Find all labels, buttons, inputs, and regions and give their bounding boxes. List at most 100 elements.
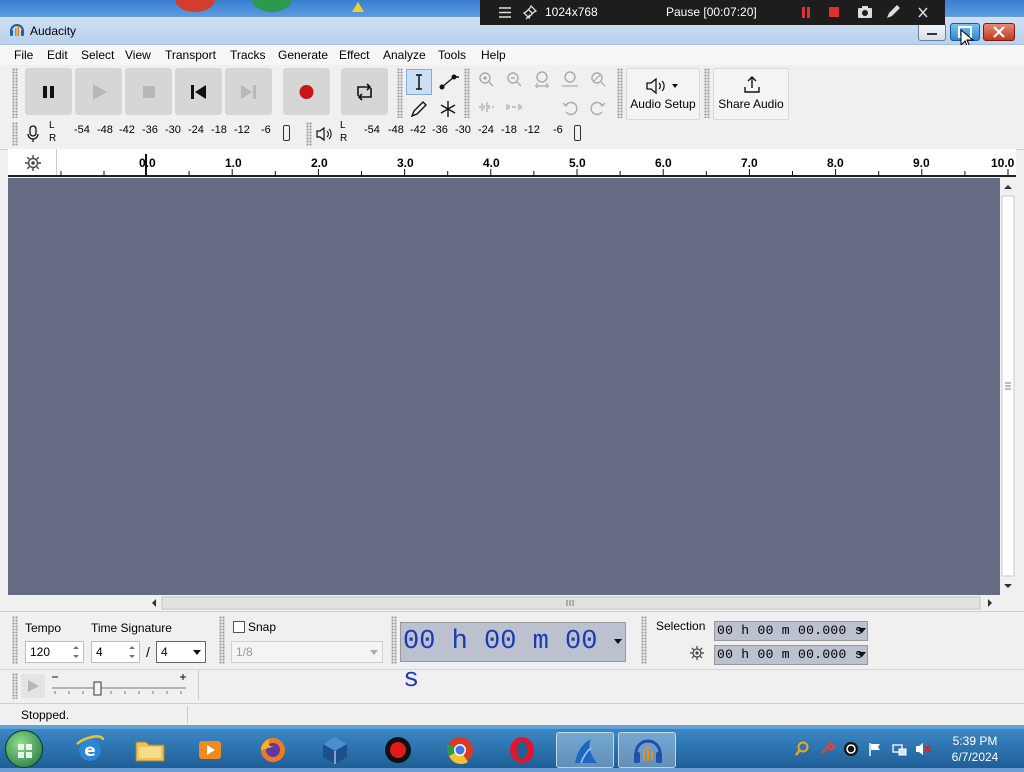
- zoom-out-button[interactable]: [502, 67, 528, 93]
- tray-volume-muted-icon[interactable]: [915, 741, 931, 757]
- record-meter[interactable]: -54 -48 -42 -36 -30 -24 -18 -12 -6: [58, 120, 290, 146]
- toolbar-grip[interactable]: [219, 616, 225, 664]
- fit-project-button[interactable]: [558, 67, 584, 93]
- taskbar-opera[interactable]: [493, 732, 551, 768]
- taskbar-firefox[interactable]: [244, 732, 302, 768]
- toolbar-grip[interactable]: [12, 673, 18, 699]
- toolbar-grip[interactable]: [704, 68, 710, 118]
- loop-button[interactable]: [341, 68, 388, 115]
- snap-checkbox[interactable]: [233, 621, 245, 633]
- taskbar-audacity[interactable]: [618, 732, 676, 768]
- snap-select[interactable]: 1/8: [231, 641, 383, 663]
- zoom-in-button[interactable]: [474, 67, 500, 93]
- scroll-right-arrow-icon[interactable]: [988, 599, 992, 607]
- playback-meter-slider-handle[interactable]: [574, 125, 581, 141]
- toolbar-grip[interactable]: [391, 616, 397, 664]
- pause-icon[interactable]: [800, 0, 812, 25]
- menu-transport[interactable]: Transport: [165, 48, 216, 62]
- track-panel[interactable]: [8, 178, 1000, 595]
- tempo-spinner-icon[interactable]: [70, 642, 82, 662]
- taskbar-app-wing[interactable]: [556, 732, 614, 768]
- menu-file[interactable]: File: [14, 48, 33, 62]
- pen-icon[interactable]: [885, 0, 901, 25]
- taskbar-clock[interactable]: 5:39 PM 6/7/2024: [945, 733, 1005, 765]
- tray-display-icon[interactable]: [891, 741, 907, 757]
- scroll-down-arrow-icon[interactable]: [1004, 584, 1012, 588]
- redo-button[interactable]: [586, 95, 612, 121]
- fit-selection-button[interactable]: [530, 67, 556, 93]
- tray-flag-icon[interactable]: [867, 741, 883, 757]
- time-format-dropdown-icon[interactable]: [613, 623, 623, 661]
- close-recorder-icon[interactable]: [917, 0, 929, 25]
- playback-meter[interactable]: -54 -48 -42 -36 -30 -24 -18 -12 -6: [348, 120, 588, 146]
- draw-tool-button[interactable]: [406, 96, 432, 122]
- toolbar-grip[interactable]: [617, 68, 623, 118]
- menu-view[interactable]: View: [125, 48, 151, 62]
- envelope-tool-button[interactable]: [435, 69, 461, 95]
- vertical-scrollbar[interactable]: [1000, 178, 1016, 595]
- taskbar-media-player[interactable]: [181, 732, 239, 768]
- stop-button[interactable]: [125, 68, 172, 115]
- toolbar-grip[interactable]: [12, 616, 18, 664]
- play-at-speed-button[interactable]: [21, 674, 45, 698]
- zoom-toggle-button[interactable]: [586, 67, 612, 93]
- record-meter-slider-handle[interactable]: [283, 125, 290, 141]
- menu-icon[interactable]: [498, 0, 512, 25]
- menu-generate[interactable]: Generate: [278, 48, 328, 62]
- time-signature-denominator-select[interactable]: 4: [156, 641, 206, 663]
- close-button[interactable]: [983, 23, 1015, 41]
- taskbar-screen-recorder[interactable]: [369, 732, 427, 768]
- menu-tools[interactable]: Tools: [438, 48, 466, 62]
- toolbar-grip[interactable]: [641, 616, 647, 664]
- tray-search-icon[interactable]: [794, 741, 810, 757]
- chevron-down-icon[interactable]: [858, 622, 866, 640]
- menu-analyze[interactable]: Analyze: [383, 48, 426, 62]
- menu-edit[interactable]: Edit: [47, 48, 68, 62]
- timeline-ruler[interactable]: 0.0 1.0 2.0 3.0 4.0 5.0 6.0 7.0 8.0 9.0 …: [8, 149, 1016, 177]
- toolbar-grip[interactable]: [12, 122, 18, 146]
- undo-button[interactable]: [558, 95, 584, 121]
- taskbar-file-explorer[interactable]: [121, 732, 179, 768]
- menu-effect[interactable]: Effect: [339, 48, 369, 62]
- silence-audio-button[interactable]: [502, 95, 528, 121]
- audio-setup-button[interactable]: Audio Setup: [626, 68, 700, 120]
- time-display[interactable]: 00 h 00 m 00 s: [400, 622, 626, 695]
- start-button[interactable]: [5, 730, 43, 768]
- menu-help[interactable]: Help: [481, 48, 506, 62]
- speaker-icon[interactable]: [316, 126, 334, 145]
- horizontal-scroll-thumb[interactable]: [161, 596, 981, 610]
- toolbar-grip[interactable]: [12, 68, 18, 118]
- taskbar-virtualbox[interactable]: [306, 732, 364, 768]
- menu-select[interactable]: Select: [81, 48, 114, 62]
- selection-tool-button[interactable]: [406, 69, 432, 95]
- selection-end-time[interactable]: 00 h 00 m 00.000 s: [714, 645, 868, 665]
- selection-options-gear-icon[interactable]: [689, 645, 705, 664]
- taskbar-chrome[interactable]: [431, 732, 489, 768]
- numerator-spinner-icon[interactable]: [126, 642, 138, 662]
- tray-obs-icon[interactable]: [843, 741, 859, 757]
- trim-audio-button[interactable]: [474, 95, 500, 121]
- scroll-left-arrow-icon[interactable]: [152, 599, 156, 607]
- playback-speed-slider[interactable]: [50, 674, 194, 698]
- toolbar-grip[interactable]: [464, 68, 470, 118]
- horizontal-scrollbar[interactable]: [148, 595, 996, 611]
- skip-to-end-button[interactable]: [225, 68, 272, 115]
- stop-recording-icon[interactable]: [828, 0, 840, 25]
- minimize-button[interactable]: [918, 23, 946, 41]
- chevron-down-icon[interactable]: [858, 646, 866, 664]
- scroll-up-arrow-icon[interactable]: [1004, 185, 1012, 189]
- tray-network-tools-icon[interactable]: [820, 741, 836, 757]
- multi-tool-button[interactable]: [435, 96, 461, 122]
- play-button[interactable]: [75, 68, 122, 115]
- toolbar-grip[interactable]: [397, 68, 403, 118]
- time-signature-numerator-input[interactable]: 4: [91, 641, 140, 663]
- pin-icon[interactable]: [522, 0, 538, 25]
- toolbar-grip[interactable]: [306, 122, 312, 146]
- selection-start-time[interactable]: 00 h 00 m 00.000 s: [714, 621, 868, 641]
- speed-slider-thumb[interactable]: [93, 681, 102, 696]
- menu-tracks[interactable]: Tracks: [230, 48, 266, 62]
- record-button[interactable]: [283, 68, 330, 115]
- share-audio-button[interactable]: Share Audio: [713, 68, 789, 120]
- microphone-icon[interactable]: [26, 124, 40, 147]
- tempo-input[interactable]: 120: [25, 641, 84, 663]
